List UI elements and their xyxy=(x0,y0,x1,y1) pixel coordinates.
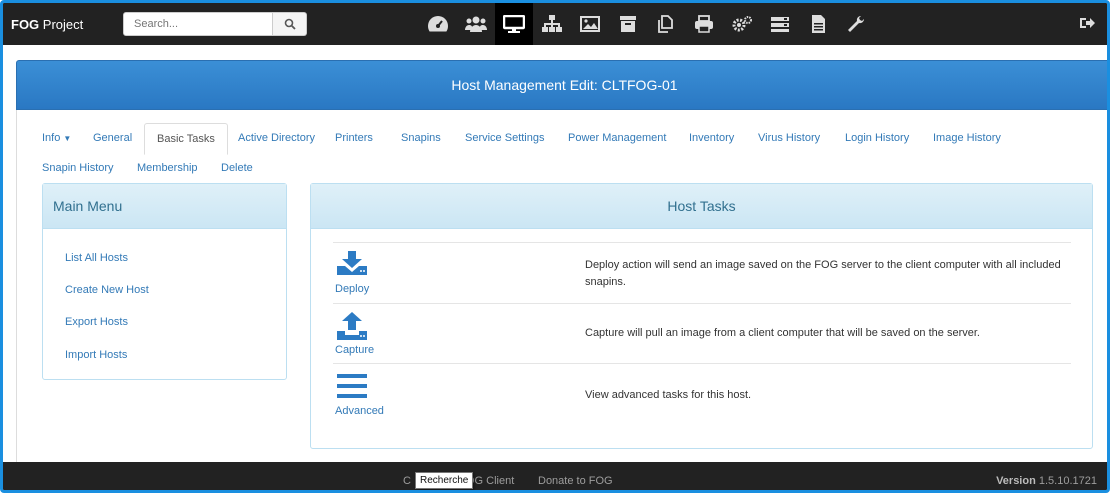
search-button[interactable] xyxy=(273,12,307,36)
menu-export-hosts[interactable]: Export Hosts xyxy=(65,316,128,328)
menu-create-new-host[interactable]: Create New Host xyxy=(65,284,149,296)
version-label: Version 1.5.10.1721 xyxy=(996,475,1097,487)
dashboard-icon[interactable] xyxy=(419,3,457,45)
tab-basic-tasks[interactable]: Basic Tasks xyxy=(144,123,228,155)
tab-inventory[interactable]: Inventory xyxy=(689,132,734,144)
top-navbar: FOG Project xyxy=(3,3,1107,45)
menu-import-hosts[interactable]: Import Hosts xyxy=(65,349,127,361)
plugins-icon[interactable] xyxy=(837,3,875,45)
tab-image-history[interactable]: Image History xyxy=(933,132,1001,144)
main-menu-panel: Main Menu List All Hosts Create New Host… xyxy=(42,183,287,380)
host-tasks-panel: Host Tasks Deploy Deploy action will sen… xyxy=(310,183,1093,449)
tab-membership[interactable]: Membership xyxy=(137,162,198,174)
deploy-description: Deploy action will send an image saved o… xyxy=(585,259,1061,288)
footer-link-client[interactable]: C xyxy=(403,475,411,487)
tasks-icon[interactable] xyxy=(761,3,799,45)
printers-icon[interactable] xyxy=(685,3,723,45)
tab-service-settings[interactable]: Service Settings xyxy=(465,132,544,144)
deploy-icon[interactable] xyxy=(337,251,367,278)
brand-logo[interactable]: FOG Project xyxy=(11,17,123,32)
host-tasks-title: Host Tasks xyxy=(311,184,1092,229)
settings-icon[interactable] xyxy=(723,3,761,45)
tooltip: Recherche xyxy=(415,472,474,489)
reports-icon[interactable] xyxy=(799,3,837,45)
users-icon[interactable] xyxy=(457,3,495,45)
tab-snapins[interactable]: Snapins xyxy=(401,132,441,144)
search-icon xyxy=(284,18,296,30)
images-icon[interactable] xyxy=(571,3,609,45)
logout-icon[interactable] xyxy=(1079,15,1095,34)
capture-link[interactable]: Capture xyxy=(335,344,374,356)
tab-printers[interactable]: Printers xyxy=(335,132,373,144)
advanced-icon[interactable] xyxy=(337,374,367,401)
tab-active-directory[interactable]: Active Directory xyxy=(238,132,315,144)
advanced-description: View advanced tasks for this host. xyxy=(585,389,752,401)
tab-snapin-history[interactable]: Snapin History xyxy=(42,162,114,174)
snapins-icon[interactable] xyxy=(647,3,685,45)
task-row-deploy: Deploy Deploy action will send an image … xyxy=(333,242,1071,303)
tab-info[interactable]: Info ▼ xyxy=(42,132,71,144)
tab-virus-history[interactable]: Virus History xyxy=(758,132,820,144)
task-row-capture: Capture Capture will pull an image from … xyxy=(333,303,1071,363)
capture-icon[interactable] xyxy=(337,312,367,343)
tab-general[interactable]: General xyxy=(93,132,132,144)
storage-icon[interactable] xyxy=(609,3,647,45)
main-menu-title: Main Menu xyxy=(43,184,286,229)
tab-power-management[interactable]: Power Management xyxy=(568,132,666,144)
tab-delete[interactable]: Delete xyxy=(221,162,253,174)
search-input[interactable] xyxy=(123,12,273,36)
task-row-advanced: Advanced View advanced tasks for this ho… xyxy=(333,363,1071,429)
deploy-link[interactable]: Deploy xyxy=(335,283,369,295)
capture-description: Capture will pull an image from a client… xyxy=(585,327,980,339)
app-window: FOG Project Search... Host Management Ed… xyxy=(0,0,1110,493)
search-box xyxy=(123,12,307,36)
hosts-icon[interactable] xyxy=(495,3,533,45)
footer-donate-link[interactable]: Donate to FOG xyxy=(538,475,613,487)
tab-login-history[interactable]: Login History xyxy=(845,132,909,144)
menu-list-all-hosts[interactable]: List All Hosts xyxy=(65,252,128,264)
main-content: Info ▼ General Basic Tasks Active Direct… xyxy=(16,110,1107,462)
main-nav xyxy=(419,3,875,45)
page-title: Host Management Edit: CLTFOG-01 xyxy=(16,60,1107,110)
groups-icon[interactable] xyxy=(533,3,571,45)
footer: C OG Client Recherche Donate to FOG Vers… xyxy=(3,462,1107,490)
advanced-link[interactable]: Advanced xyxy=(335,405,384,417)
